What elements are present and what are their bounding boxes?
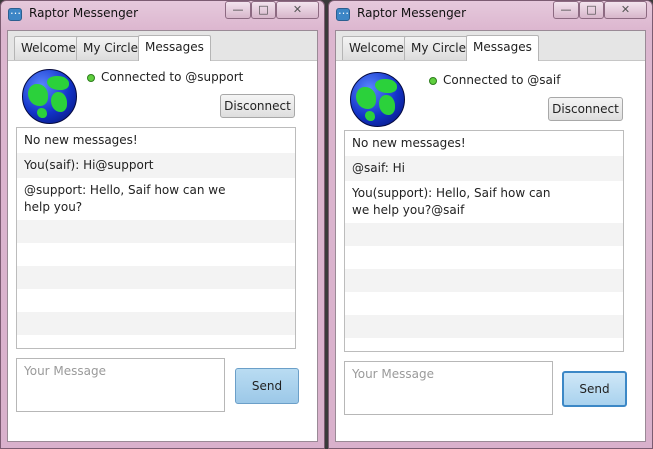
client-area: Welcome My Circle Messages Connected to … — [335, 30, 646, 442]
title-bar[interactable]: Raptor Messenger — □ ✕ — [328, 0, 653, 30]
message-item: No new messages! — [24, 133, 138, 147]
tab-bar: Welcome My Circle Messages — [336, 31, 645, 61]
title-bar[interactable]: Raptor Messenger — □ ✕ — [0, 0, 325, 30]
globe-avatar — [350, 72, 405, 127]
close-icon[interactable]: ✕ — [276, 1, 319, 19]
empty-row — [17, 312, 295, 335]
chat-bubble-icon — [8, 4, 22, 21]
message-input[interactable]: Your Message — [16, 358, 225, 412]
message-list[interactable]: No new messages! @saif: Hi You(support):… — [344, 130, 624, 352]
send-button[interactable]: Send — [562, 371, 627, 407]
tab-messages[interactable]: Messages — [138, 35, 211, 61]
empty-row — [345, 338, 623, 351]
message-item: You(support): Hello, Saif how can we hel… — [352, 186, 551, 217]
empty-row — [345, 292, 623, 315]
empty-row — [17, 243, 295, 266]
empty-row — [345, 223, 623, 246]
connection-status: Connected to @support — [101, 70, 244, 84]
empty-row — [17, 266, 295, 289]
disconnect-button[interactable]: Disconnect — [548, 97, 623, 121]
send-button[interactable]: Send — [235, 368, 299, 404]
connection-status: Connected to @saif — [443, 73, 561, 87]
status-indicator — [87, 74, 95, 82]
window-title: Raptor Messenger — [357, 6, 467, 20]
empty-row — [17, 289, 295, 312]
minimize-icon[interactable]: — — [553, 1, 579, 19]
tab-welcome[interactable]: Welcome — [14, 36, 83, 60]
message-item: @support: Hello, Saif how can we help yo… — [24, 183, 226, 214]
message-item: You(saif): Hi@support — [17, 153, 295, 178]
empty-row — [345, 246, 623, 269]
empty-row — [345, 269, 623, 292]
empty-row — [345, 315, 623, 338]
minimize-icon[interactable]: — — [225, 1, 251, 19]
empty-row — [17, 335, 295, 348]
disconnect-button[interactable]: Disconnect — [220, 94, 295, 118]
message-list[interactable]: No new messages! You(saif): Hi@support @… — [16, 127, 296, 349]
chat-bubble-icon — [336, 4, 350, 21]
tab-my-circle[interactable]: My Circle — [404, 36, 473, 60]
message-item: No new messages! — [352, 136, 466, 150]
empty-row — [17, 220, 295, 243]
tab-messages[interactable]: Messages — [466, 35, 539, 61]
tab-welcome[interactable]: Welcome — [342, 36, 411, 60]
close-icon[interactable]: ✕ — [604, 1, 647, 19]
messenger-window-right: Raptor Messenger — □ ✕ Welcome My Circle… — [328, 0, 653, 449]
tab-my-circle[interactable]: My Circle — [76, 36, 145, 60]
message-input[interactable]: Your Message — [344, 361, 553, 415]
maximize-icon[interactable]: □ — [579, 1, 604, 19]
tab-bar: Welcome My Circle Messages — [8, 31, 317, 61]
messenger-window-left: Raptor Messenger — □ ✕ Welcome My Circle… — [0, 0, 325, 449]
window-title: Raptor Messenger — [29, 6, 139, 20]
globe-avatar — [22, 69, 77, 124]
maximize-icon[interactable]: □ — [251, 1, 276, 19]
message-item: @saif: Hi — [345, 156, 623, 181]
client-area: Welcome My Circle Messages Connected to … — [7, 30, 318, 442]
status-indicator — [429, 77, 437, 85]
